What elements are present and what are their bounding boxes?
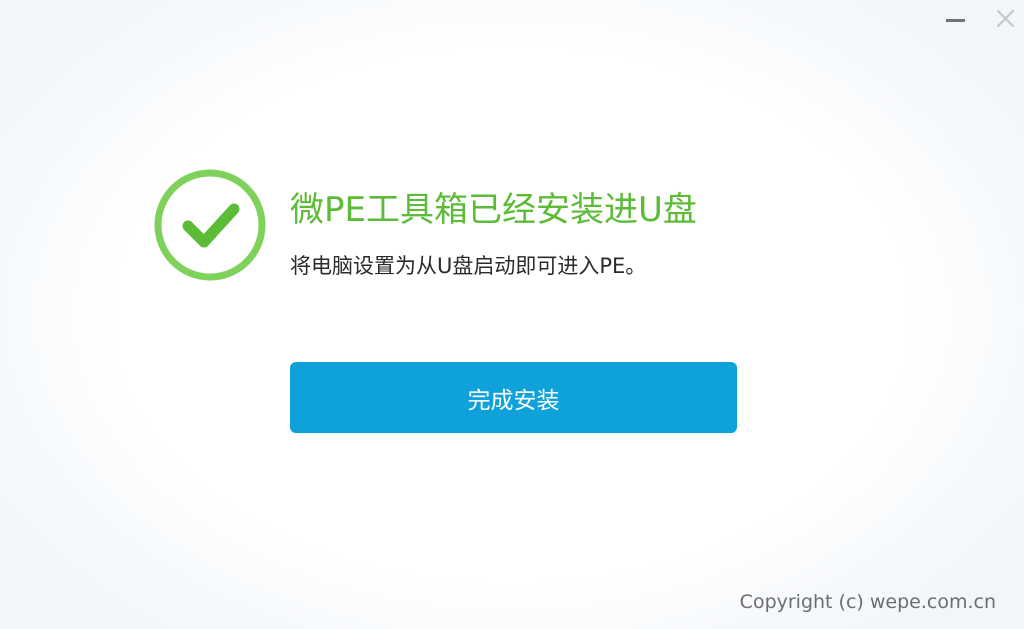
check-circle-icon <box>153 168 267 282</box>
copyright-text: Copyright (c) wepe.com.cn <box>739 591 996 613</box>
minimize-button[interactable] <box>943 6 969 32</box>
finish-install-button-label: 完成安装 <box>467 387 560 414</box>
close-button[interactable] <box>993 6 1019 32</box>
installer-window: 微PE工具箱已经安装进U盘 将电脑设置为从U盘启动即可进入PE。 完成安装 Co… <box>0 0 1024 629</box>
result-title: 微PE工具箱已经安装进U盘 <box>290 190 697 230</box>
result-subtitle: 将电脑设置为从U盘启动即可进入PE。 <box>290 254 647 278</box>
minimize-icon <box>946 19 965 22</box>
close-icon <box>996 9 1015 28</box>
finish-install-button[interactable]: 完成安装 <box>290 362 737 433</box>
